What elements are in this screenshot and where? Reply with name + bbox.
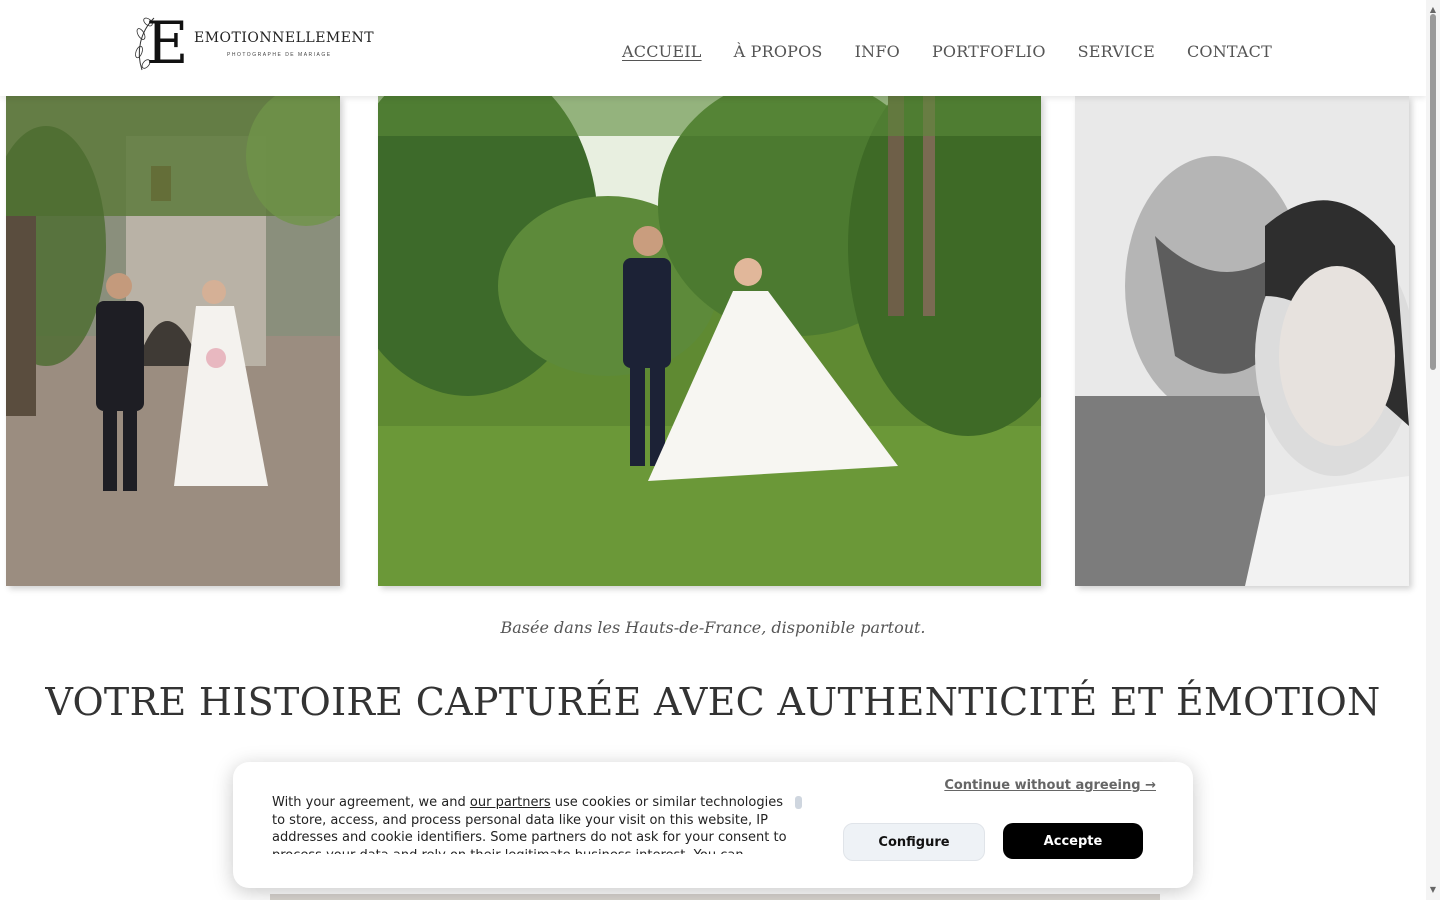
continue-without-agreeing-link[interactable]: Continue without agreeing → xyxy=(944,778,1156,793)
partners-link[interactable]: our partners xyxy=(470,795,551,810)
page-scrollbar[interactable]: ▲ ▼ xyxy=(1426,0,1440,900)
cookie-banner: With your agreement, we and our partners… xyxy=(233,762,1193,888)
nav-info[interactable]: INFO xyxy=(855,42,900,61)
nav-portfolio[interactable]: PORTFOFLIO xyxy=(932,42,1046,61)
logo-name: EMOTIONNELLEMENT xyxy=(194,30,375,46)
nav-contact[interactable]: CONTACT xyxy=(1187,42,1272,61)
photo-couple-dancing-garden xyxy=(378,96,1041,586)
nav-service[interactable]: SERVICE xyxy=(1078,42,1155,61)
main-nav: ACCUEIL À PROPOS INFO PORTFOFLIO SERVICE… xyxy=(622,42,1272,61)
accept-button[interactable]: Accepte xyxy=(1003,823,1143,859)
site-logo[interactable]: E EMOTIONNELLEMENT PHOTOGRAPHE DE MARIAG… xyxy=(132,12,374,74)
scroll-thumb[interactable] xyxy=(1430,14,1436,370)
nav-accueil[interactable]: ACCUEIL xyxy=(622,42,702,61)
photo-couple-castle xyxy=(6,96,340,586)
configure-button[interactable]: Configure xyxy=(843,823,985,861)
photo-couple-black-white xyxy=(1075,96,1409,586)
cookie-text: With your agreement, we and our partners… xyxy=(272,794,792,854)
cookie-text-scrollbar[interactable] xyxy=(795,796,802,809)
scroll-down-icon[interactable]: ▼ xyxy=(1426,884,1440,896)
logo-subtitle: PHOTOGRAPHE DE MARIAGE xyxy=(227,52,332,58)
cookie-text-start: With your agreement, we and xyxy=(272,795,470,810)
site-header: E EMOTIONNELLEMENT PHOTOGRAPHE DE MARIAG… xyxy=(0,0,1426,96)
tagline: Basée dans les Hauts-de-France, disponib… xyxy=(500,618,926,637)
page-headline: VOTRE HISTOIRE CAPTURÉE AVEC AUTHENTICIT… xyxy=(45,680,1381,724)
next-photos-strip xyxy=(270,894,1160,900)
nav-a-propos[interactable]: À PROPOS xyxy=(734,42,823,61)
